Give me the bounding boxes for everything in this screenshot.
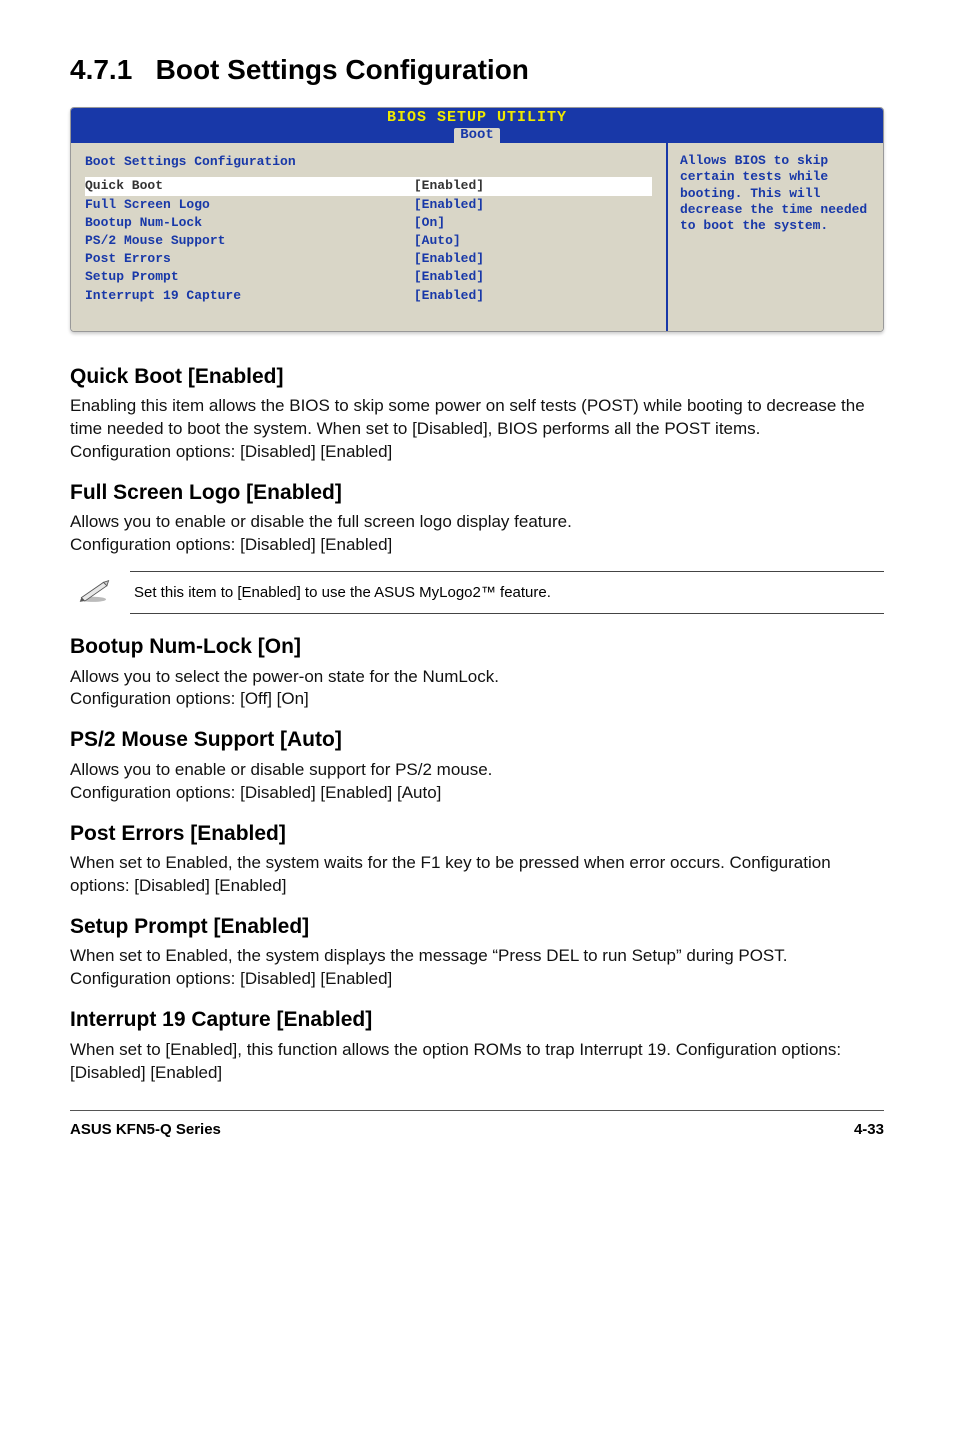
heading-ps2-mouse: PS/2 Mouse Support [Auto] (70, 725, 884, 754)
bios-row-quick-boot[interactable]: Quick Boot [Enabled] (85, 177, 652, 195)
bios-row-value: [Enabled] (414, 268, 652, 286)
bios-row-ps2-mouse[interactable]: PS/2 Mouse Support [Auto] (85, 232, 652, 250)
section-title-text: Boot Settings Configuration (156, 54, 529, 85)
bios-settings-panel: Boot Settings Configuration Quick Boot [… (71, 143, 668, 331)
page-footer: ASUS KFN5-Q Series 4-33 (70, 1119, 884, 1140)
bios-panel-heading: Boot Settings Configuration (85, 153, 652, 171)
bios-row-label: Bootup Num-Lock (85, 214, 414, 232)
text-quick-boot: Enabling this item allows the BIOS to sk… (70, 395, 884, 464)
bios-header: BIOS SETUP UTILITY Boot (71, 108, 883, 143)
footer-left: ASUS KFN5-Q Series (70, 1119, 221, 1140)
footer-divider (70, 1110, 884, 1111)
bios-row-label: Interrupt 19 Capture (85, 287, 414, 305)
bios-row-setup-prompt[interactable]: Setup Prompt [Enabled] (85, 268, 652, 286)
section-number: 4.7.1 (70, 54, 132, 85)
text-bootup-numlock: Allows you to select the power-on state … (70, 666, 884, 712)
bios-row-value: [Enabled] (414, 196, 652, 214)
text-post-errors: When set to Enabled, the system waits fo… (70, 852, 884, 898)
bios-row-interrupt-19[interactable]: Interrupt 19 Capture [Enabled] (85, 287, 652, 305)
bios-title: BIOS SETUP UTILITY (71, 110, 883, 127)
bios-row-label: Quick Boot (85, 177, 414, 195)
bios-row-bootup-numlock[interactable]: Bootup Num-Lock [On] (85, 214, 652, 232)
bios-row-full-screen-logo[interactable]: Full Screen Logo [Enabled] (85, 196, 652, 214)
bios-row-post-errors[interactable]: Post Errors [Enabled] (85, 250, 652, 268)
footer-right: 4-33 (854, 1119, 884, 1140)
heading-quick-boot: Quick Boot [Enabled] (70, 362, 884, 391)
bios-row-value: [Enabled] (414, 287, 652, 305)
heading-interrupt-19: Interrupt 19 Capture [Enabled] (70, 1005, 884, 1034)
text-interrupt-19: When set to [Enabled], this function all… (70, 1039, 884, 1085)
bios-row-value: [Auto] (414, 232, 652, 250)
text-ps2-mouse: Allows you to enable or disable support … (70, 759, 884, 805)
bios-help-panel: Allows BIOS to skip certain tests while … (668, 143, 883, 331)
pencil-icon (78, 577, 112, 609)
bios-row-label: PS/2 Mouse Support (85, 232, 414, 250)
heading-post-errors: Post Errors [Enabled] (70, 819, 884, 848)
note-block: Set this item to [Enabled] to use the AS… (130, 571, 884, 614)
heading-full-screen-logo: Full Screen Logo [Enabled] (70, 478, 884, 507)
note-text: Set this item to [Enabled] to use the AS… (134, 582, 551, 603)
bios-screenshot: BIOS SETUP UTILITY Boot Boot Settings Co… (70, 107, 884, 332)
text-full-screen-logo: Allows you to enable or disable the full… (70, 511, 884, 557)
bios-help-text: Allows BIOS to skip certain tests while … (680, 153, 867, 233)
bios-row-value: [Enabled] (414, 177, 652, 195)
heading-bootup-numlock: Bootup Num-Lock [On] (70, 632, 884, 661)
bios-row-value: [Enabled] (414, 250, 652, 268)
bios-row-label: Post Errors (85, 250, 414, 268)
bios-body: Boot Settings Configuration Quick Boot [… (71, 143, 883, 331)
section-heading: 4.7.1 Boot Settings Configuration (70, 50, 884, 89)
bios-row-label: Setup Prompt (85, 268, 414, 286)
heading-setup-prompt: Setup Prompt [Enabled] (70, 912, 884, 941)
bios-tab-boot: Boot (454, 128, 500, 143)
bios-row-label: Full Screen Logo (85, 196, 414, 214)
bios-row-value: [On] (414, 214, 652, 232)
text-setup-prompt: When set to Enabled, the system displays… (70, 945, 884, 991)
